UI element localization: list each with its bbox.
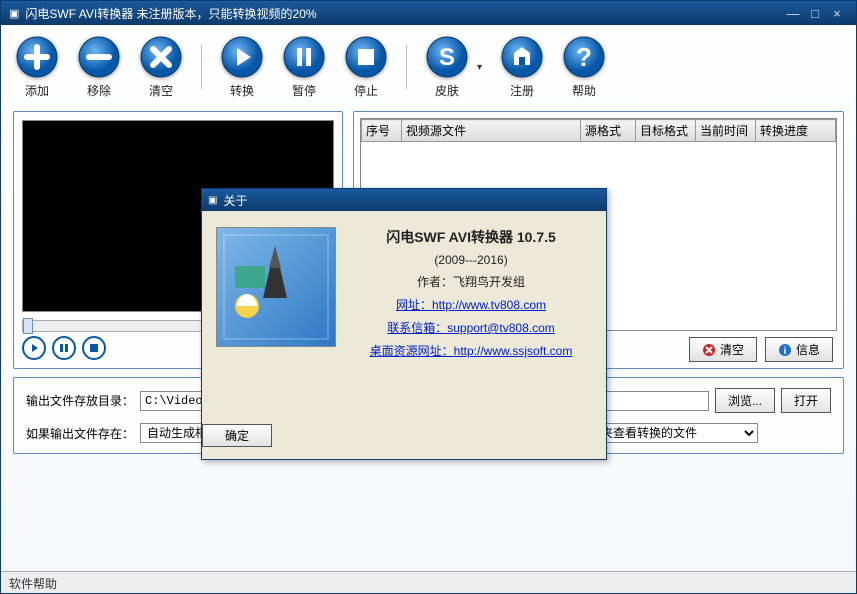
register-label: 注册: [510, 82, 534, 99]
convert-button[interactable]: 转换: [220, 35, 264, 99]
about-image: [216, 227, 336, 347]
add-button[interactable]: 添加: [15, 35, 59, 99]
exists-label: 如果输出文件存在：: [26, 425, 134, 442]
preview-pause-icon[interactable]: [52, 336, 76, 360]
main-toolbar: 添加 移除 清空 转换 暂停 停止 S 皮肤 ▾ 注: [1, 25, 856, 105]
col-srcfmt[interactable]: 源格式: [581, 120, 636, 142]
list-clear-button[interactable]: 清空: [689, 337, 757, 362]
pause-label: 暂停: [292, 82, 316, 99]
about-name: 闪电SWF AVI转换器 10.7.5: [350, 227, 592, 247]
minimize-button[interactable]: —: [782, 6, 804, 21]
svg-text:i: i: [784, 346, 787, 357]
close-button[interactable]: ×: [826, 6, 848, 21]
title-bar: ▣ 闪电SWF AVI转换器 未注册版本，只能转换视频的20% — □ ×: [1, 1, 856, 25]
clear-button[interactable]: 清空: [139, 35, 183, 99]
about-ok-button[interactable]: 确定: [202, 424, 272, 447]
app-icon: ▣: [9, 7, 19, 20]
about-author: 作者：飞翔鸟开发组: [350, 273, 592, 290]
status-bar: 软件帮助: [1, 571, 856, 593]
preview-play-icon[interactable]: [22, 336, 46, 360]
col-source[interactable]: 视频源文件: [402, 120, 581, 142]
list-info-button[interactable]: i 信息: [765, 337, 833, 362]
skin-dropdown-icon[interactable]: ▾: [477, 62, 482, 73]
stop-label: 停止: [354, 82, 378, 99]
about-title: 关于: [223, 192, 247, 209]
about-years: (2009---2016): [350, 253, 592, 267]
clear-label: 清空: [149, 82, 173, 99]
about-res-link[interactable]: 桌面资源网址：http://www.ssjsoft.com: [370, 344, 573, 358]
stop-button[interactable]: 停止: [344, 35, 388, 99]
skin-button[interactable]: S 皮肤: [425, 35, 469, 99]
open-button[interactable]: 打开: [781, 388, 831, 413]
preview-stop-icon[interactable]: [82, 336, 106, 360]
col-dstfmt[interactable]: 目标格式: [636, 120, 696, 142]
output-dir-label: 输出文件存放目录：: [26, 392, 134, 409]
help-button[interactable]: ? 帮助: [562, 35, 606, 99]
maximize-button[interactable]: □: [804, 6, 826, 21]
about-icon: ▣: [208, 195, 217, 206]
help-label: 帮助: [572, 82, 596, 99]
about-dialog: ▣ 关于 闪电SWF AVI转换器 10.7.5 (2009---2016) 作…: [201, 188, 607, 460]
about-mail-link[interactable]: 联系信箱：support@tv808.com: [387, 321, 555, 335]
register-button[interactable]: 注册: [500, 35, 544, 99]
browse-button[interactable]: 浏览...: [715, 388, 775, 413]
file-table[interactable]: 序号 视频源文件 源格式 目标格式 当前时间 转换进度: [361, 119, 836, 142]
add-label: 添加: [25, 82, 49, 99]
info-icon: i: [778, 343, 792, 357]
col-index[interactable]: 序号: [362, 120, 402, 142]
col-progress[interactable]: 转换进度: [756, 120, 836, 142]
svg-text:S: S: [439, 44, 455, 71]
window-title: 闪电SWF AVI转换器 未注册版本，只能转换视频的20%: [25, 5, 316, 22]
about-url-link[interactable]: 网址：http://www.tv808.com: [396, 298, 546, 312]
svg-text:?: ?: [576, 42, 592, 72]
about-titlebar: ▣ 关于: [202, 189, 606, 211]
col-time[interactable]: 当前时间: [696, 120, 756, 142]
clear-icon: [702, 343, 716, 357]
skin-label: 皮肤: [435, 82, 459, 99]
pause-button[interactable]: 暂停: [282, 35, 326, 99]
remove-button[interactable]: 移除: [77, 35, 121, 99]
remove-label: 移除: [87, 82, 111, 99]
convert-label: 转换: [230, 82, 254, 99]
